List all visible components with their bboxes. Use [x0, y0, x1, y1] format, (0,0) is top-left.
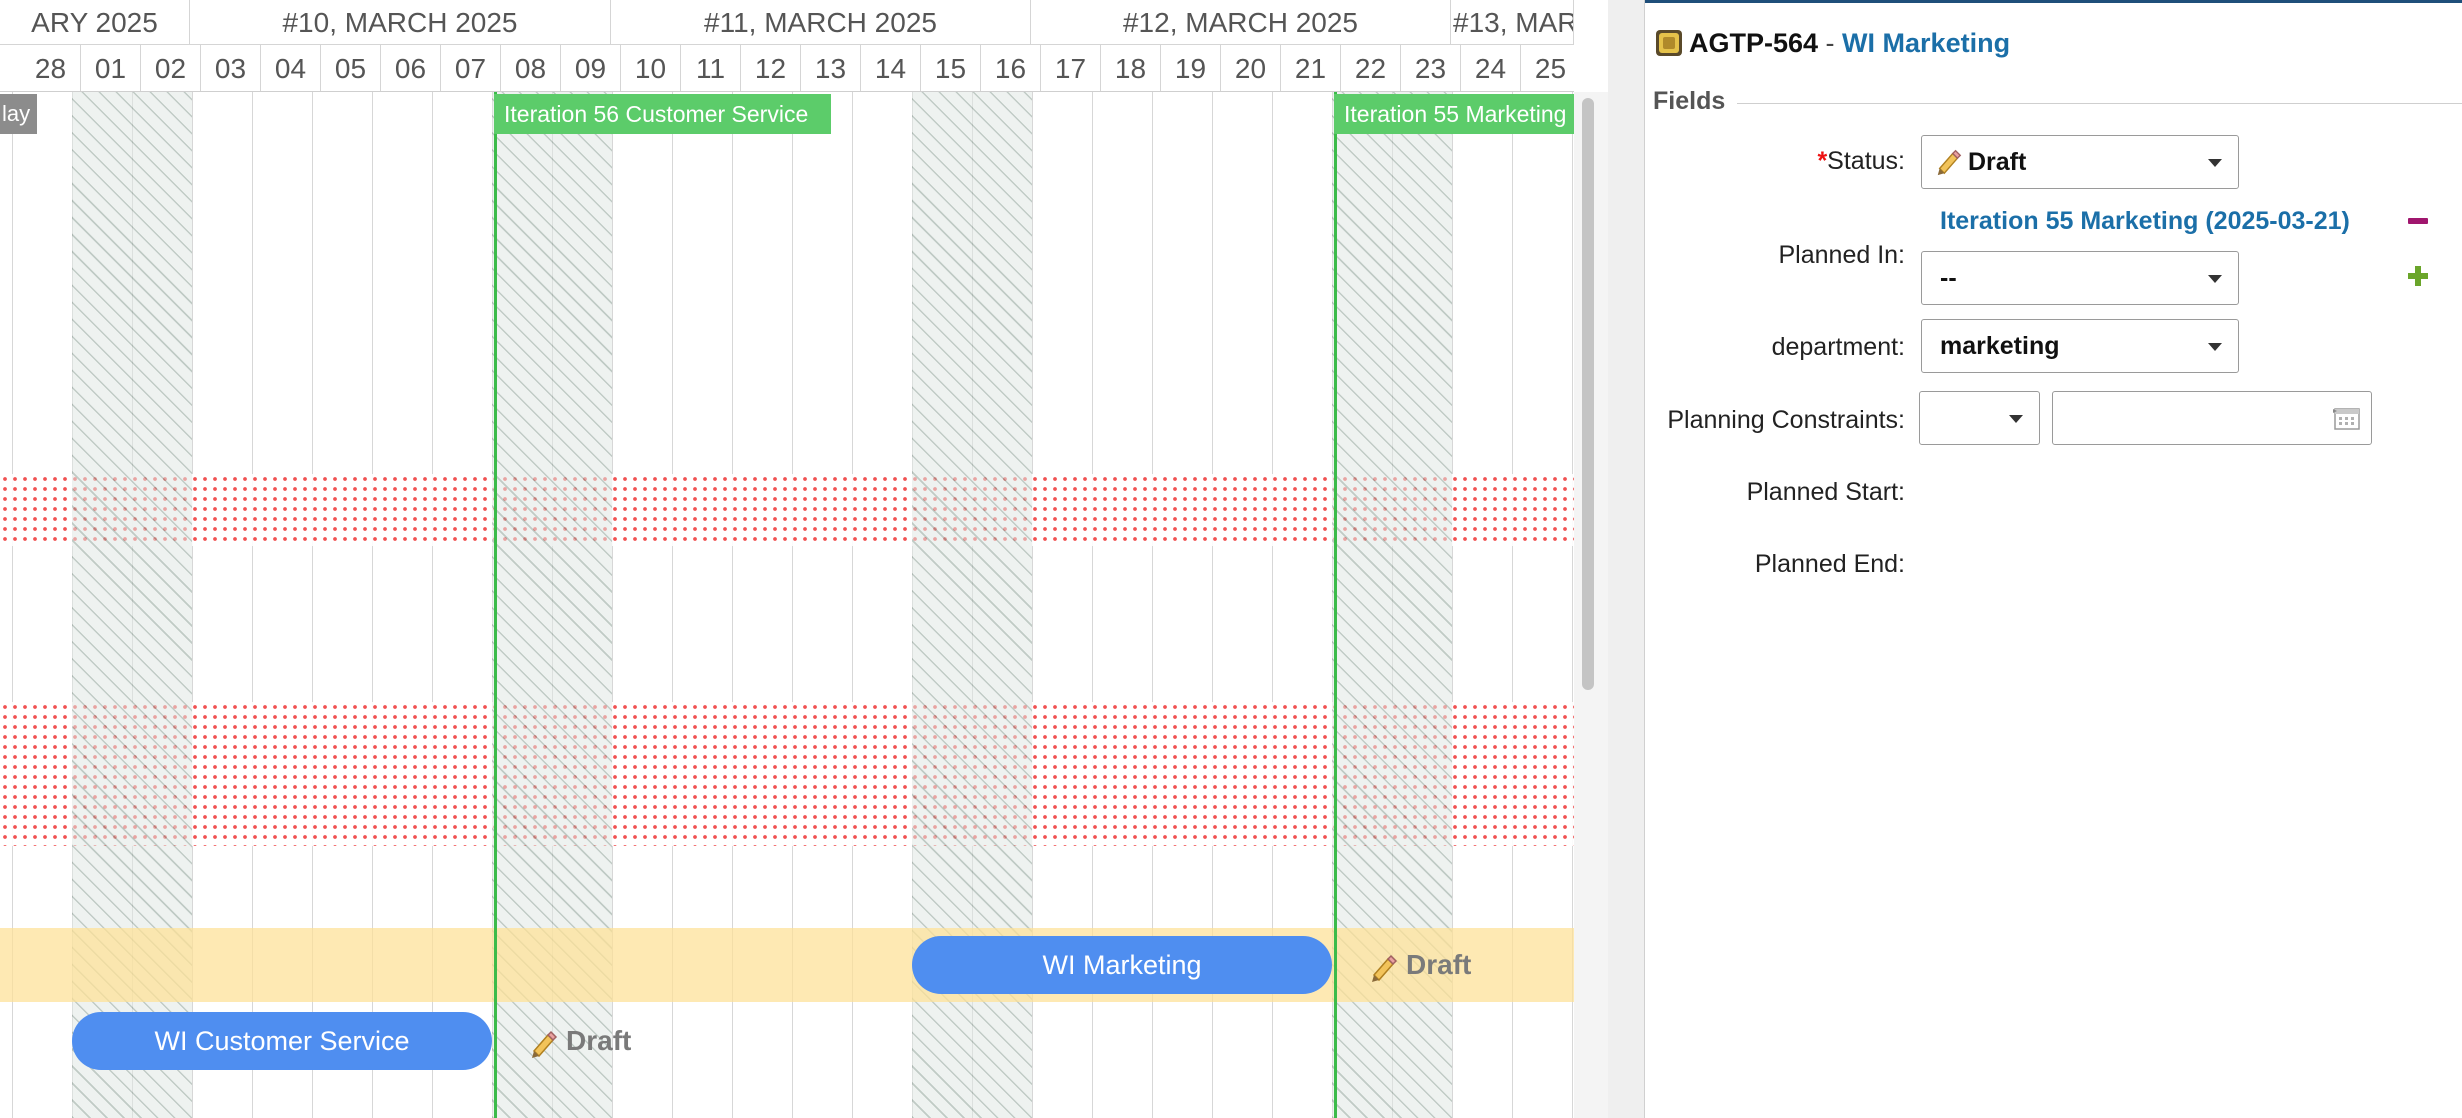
day-label: 24	[1461, 45, 1521, 91]
details-panel: AGTP-564 - WI Marketing Fields *Status: …	[1645, 0, 2462, 1118]
timeline-body[interactable]: lay Iteration 56 Customer Service Iterat…	[0, 92, 1574, 1118]
iteration-marker-line	[494, 92, 497, 1118]
week-label: ARY 2025	[0, 0, 190, 45]
iteration-marker-line	[1334, 92, 1337, 1118]
day-label: 07	[441, 45, 501, 91]
week-label: #11, MARCH 2025	[611, 0, 1031, 45]
pencil-icon	[1937, 149, 1962, 176]
timeline-header: ARY 2025 #10, MARCH 2025 #11, MARCH 2025…	[0, 0, 1574, 92]
day-label: 19	[1161, 45, 1221, 91]
gantt-chart[interactable]: ARY 2025 #10, MARCH 2025 #11, MARCH 2025…	[0, 0, 1574, 1118]
department-label: department:	[1771, 333, 1905, 361]
task-status-text: Draft	[1406, 949, 1472, 980]
department-select[interactable]: marketing	[1921, 319, 2239, 373]
day-label: 09	[561, 45, 621, 91]
plus-icon[interactable]	[2408, 266, 2428, 286]
day-label: 12	[741, 45, 801, 91]
calendar-icon[interactable]	[2333, 407, 2361, 431]
planning-constraint-date-input[interactable]	[2052, 391, 2372, 445]
pencil-icon	[1372, 954, 1398, 982]
day-label: 23	[1401, 45, 1461, 91]
iteration-bar[interactable]: Iteration 55 Marketing	[1334, 94, 1574, 134]
task-status-label: Draft	[1368, 936, 1471, 994]
day-label: 25	[1521, 45, 1574, 91]
item-title: AGTP-564 - WI Marketing	[1655, 23, 2010, 63]
item-key: AGTP-564	[1689, 28, 1819, 58]
minus-icon[interactable]	[2408, 218, 2428, 224]
task-bar-wi-customer-service[interactable]: WI Customer Service	[72, 1012, 492, 1070]
chevron-down-icon	[2208, 343, 2222, 351]
work-item-icon	[1656, 30, 1682, 56]
day-label: 04	[261, 45, 321, 91]
task-status-text: Draft	[566, 1025, 632, 1056]
chevron-down-icon	[2009, 415, 2023, 423]
today-marker: lay	[0, 94, 37, 134]
title-separator: -	[1818, 28, 1843, 58]
selected-row-highlight	[0, 928, 1574, 1002]
planned-in-iteration-link[interactable]: Iteration 55 Marketing (2025-03-21)	[1940, 207, 2350, 236]
day-label: 16	[981, 45, 1041, 91]
panel-splitter[interactable]	[1608, 0, 1645, 1118]
day-label: 02	[141, 45, 201, 91]
planned-end-label: Planned End:	[1754, 550, 1905, 578]
chevron-down-icon	[2208, 159, 2222, 167]
day-label: 15	[921, 45, 981, 91]
section-title-fields: Fields	[1653, 87, 1738, 116]
status-label: *Status:	[1817, 147, 1905, 175]
planned-in-select[interactable]: --	[1921, 251, 2239, 305]
iteration-bar[interactable]: Iteration 56 Customer Service	[494, 94, 831, 134]
day-label: 22	[1341, 45, 1401, 91]
planned-in-select-value: --	[1940, 264, 1957, 292]
day-label: 17	[1041, 45, 1101, 91]
day-label: 01	[81, 45, 141, 91]
day-label: 14	[861, 45, 921, 91]
status-select[interactable]: Draft	[1921, 135, 2239, 189]
item-title-link[interactable]: WI Marketing	[1842, 28, 2010, 58]
day-label: 13	[801, 45, 861, 91]
day-label: 18	[1101, 45, 1161, 91]
week-label: #13, MAR	[1451, 0, 1574, 45]
planning-constraint-type-select[interactable]	[1919, 391, 2040, 445]
pencil-icon	[532, 1030, 558, 1058]
vertical-scrollbar-thumb[interactable]	[1582, 98, 1594, 690]
task-bar-wi-marketing[interactable]: WI Marketing	[912, 936, 1332, 994]
status-value: Draft	[1968, 148, 2027, 176]
day-label: 28	[21, 45, 81, 91]
required-mark: *	[1817, 147, 1828, 175]
planning-constraints-label: Planning Constraints:	[1667, 406, 1905, 434]
day-label: 21	[1281, 45, 1341, 91]
day-label: 20	[1221, 45, 1281, 91]
day-label: 08	[501, 45, 561, 91]
chevron-down-icon	[2208, 275, 2222, 283]
day-label: 03	[201, 45, 261, 91]
section-divider	[1653, 103, 2462, 104]
planned-in-label: Planned In:	[1778, 241, 1906, 269]
department-value: marketing	[1940, 332, 2060, 360]
day-label: 05	[321, 45, 381, 91]
day-label: 10	[621, 45, 681, 91]
day-label: 11	[681, 45, 741, 91]
day-label: 06	[381, 45, 441, 91]
week-label: #12, MARCH 2025	[1031, 0, 1451, 45]
week-label: #10, MARCH 2025	[190, 0, 611, 45]
task-status-label: Draft	[528, 1012, 631, 1070]
planned-start-label: Planned Start:	[1746, 478, 1905, 506]
